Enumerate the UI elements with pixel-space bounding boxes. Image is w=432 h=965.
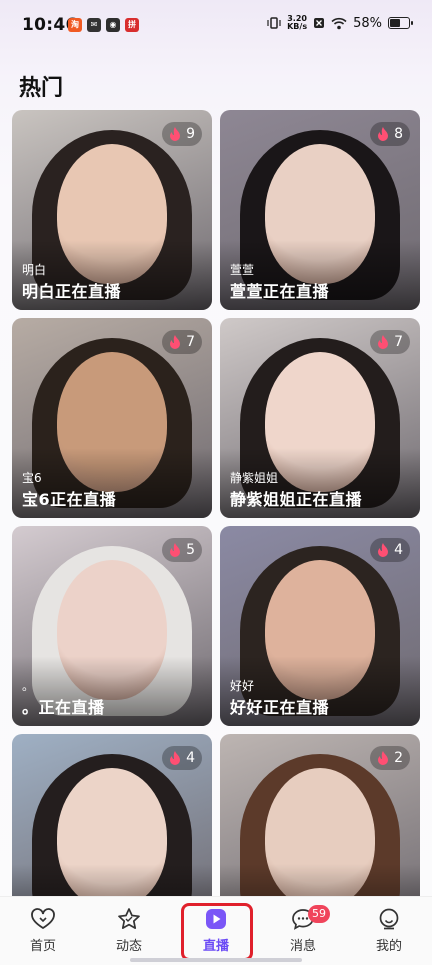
live-card[interactable]: 9 明白 明白正在直播 — [12, 110, 212, 310]
message-count-badge: 59 — [308, 905, 330, 923]
streamer-name: 静紫姐姐 — [230, 471, 279, 485]
live-card[interactable]: 4 好好 好好正在直播 — [220, 526, 420, 726]
nav-label: 动态 — [115, 939, 142, 954]
flame-icon — [378, 127, 389, 141]
home-indicator — [130, 958, 302, 962]
popularity-count: 4 — [186, 750, 195, 766]
stream-title: 静紫姐姐正在直播 — [230, 490, 363, 509]
stream-title: 宝6正在直播 — [22, 490, 117, 509]
stream-title: 萱萱正在直播 — [230, 282, 330, 301]
flame-icon — [378, 335, 389, 349]
live-card[interactable]: 7 宝6 宝6正在直播 — [12, 318, 212, 518]
profile-face-icon — [379, 908, 399, 930]
wechat-icon: ◉ — [106, 18, 120, 32]
mail-app-icon: ✉ — [87, 18, 101, 32]
popularity-count: 2 — [394, 750, 403, 766]
sim-off-icon — [314, 18, 325, 28]
stream-title: 。正在直播 — [22, 698, 105, 717]
popularity-badge: 5 — [162, 538, 202, 562]
popularity-badge: 4 — [370, 538, 410, 562]
nav-home[interactable]: 首页 — [3, 907, 83, 954]
battery-percent: 58% — [353, 15, 382, 31]
streamer-name: 好好 — [230, 679, 255, 693]
star-icon — [118, 908, 140, 929]
flame-icon — [170, 751, 181, 765]
net-speed: 3.20 KB/s — [287, 14, 308, 31]
live-card[interactable]: 7 静紫姐姐 静紫姐姐正在直播 — [220, 318, 420, 518]
streamer-name: 明白 — [22, 263, 47, 277]
battery-icon — [388, 17, 413, 29]
popularity-badge: 9 — [162, 122, 202, 146]
popularity-count: 8 — [394, 126, 403, 142]
stream-title: 好好正在直播 — [230, 698, 330, 717]
flame-icon — [170, 543, 181, 557]
popularity-count: 7 — [394, 334, 403, 350]
nav-profile[interactable]: 我的 — [349, 907, 429, 954]
flame-icon — [170, 127, 181, 141]
nav-label: 消息 — [289, 939, 316, 954]
notification-icons: 淘 ✉ ◉ 拼 — [68, 18, 139, 32]
popularity-badge: 8 — [370, 122, 410, 146]
popularity-count: 7 — [186, 334, 195, 350]
live-card[interactable]: 5 。 。正在直播 — [12, 526, 212, 726]
popularity-count: 9 — [186, 126, 195, 142]
flame-icon — [378, 751, 389, 765]
home-heart-icon — [31, 908, 55, 930]
streamer-name: 。 — [22, 679, 35, 693]
popularity-count: 5 — [186, 542, 195, 558]
nav-label: 我的 — [375, 939, 402, 954]
wifi-icon — [331, 17, 347, 29]
live-tab-highlight — [181, 903, 253, 961]
flame-icon — [170, 335, 181, 349]
orange-app-icon: 淘 — [68, 18, 82, 32]
streamer-name: 萱萱 — [230, 263, 255, 277]
popularity-badge: 7 — [370, 330, 410, 354]
status-bar: 10:46 淘 ✉ ◉ 拼 3.20 KB/s 58% — [0, 0, 432, 52]
popularity-badge: 4 — [162, 746, 202, 770]
popularity-badge: 7 — [162, 330, 202, 354]
flame-icon — [378, 543, 389, 557]
popularity-badge: 2 — [370, 746, 410, 770]
nav-moments[interactable]: 动态 — [89, 907, 169, 954]
streamer-name: 宝6 — [22, 471, 42, 485]
section-title: 热门 — [19, 76, 64, 101]
vibrate-icon — [267, 17, 281, 29]
red-app-icon: 拼 — [125, 18, 139, 32]
live-card[interactable]: 8 萱萱 萱萱正在直播 — [220, 110, 420, 310]
popularity-count: 4 — [394, 542, 403, 558]
nav-label: 首页 — [29, 939, 56, 954]
stream-title: 明白正在直播 — [22, 282, 122, 301]
nav-messages[interactable]: 消息 — [263, 907, 343, 954]
system-indicators: 3.20 KB/s 58% — [267, 14, 413, 31]
